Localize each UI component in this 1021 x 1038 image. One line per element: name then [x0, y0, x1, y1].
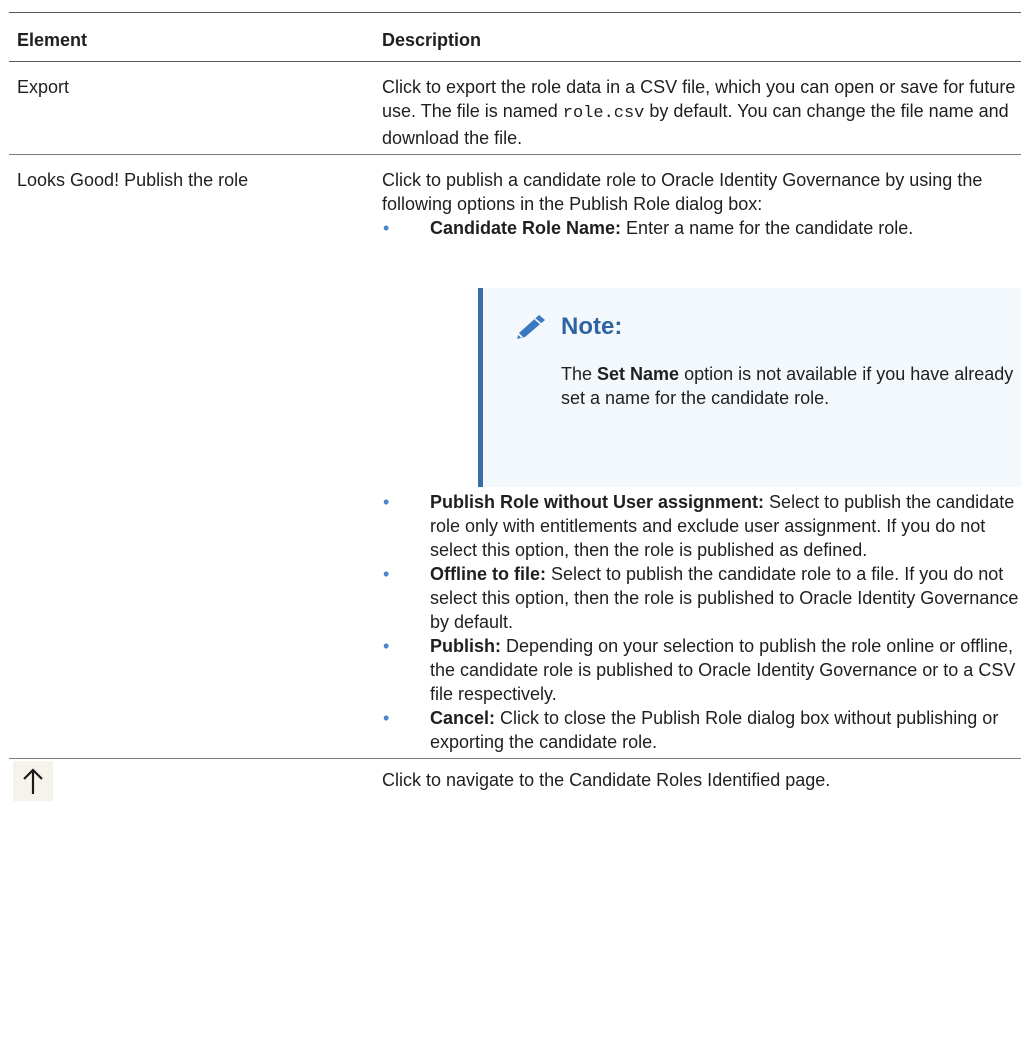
element-name-publish: Looks Good! Publish the role	[17, 170, 249, 190]
list-item-cancel: • Cancel: Click to close the Publish Rol…	[382, 706, 1021, 754]
table-header-row: Element Description	[9, 13, 1021, 62]
file-name-code: role.csv	[562, 104, 645, 123]
up-arrow-icon[interactable]	[13, 761, 53, 801]
note-text: The	[561, 364, 598, 384]
table-row-export: Export Click to export the role data in …	[9, 62, 1021, 155]
publish-options-list: • Candidate Role Name: Enter a name for …	[382, 216, 1021, 754]
list-item-candidate-role-name: • Candidate Role Name: Enter a name for …	[382, 216, 1021, 487]
note-title-text: Note:	[561, 313, 623, 340]
description-export: Click to export the role data in a CSV f…	[382, 62, 1021, 154]
bullet-icon: •	[383, 564, 390, 584]
pencil-icon	[517, 315, 545, 339]
column-header-element: Element	[17, 30, 88, 50]
option-label: Offline to file:	[430, 564, 546, 584]
table-row-navigate: Click to navigate to the Candidate Roles…	[9, 759, 1021, 805]
element-description-table: Element Description Export Click to expo…	[9, 12, 1021, 805]
option-text: Depending on your selection to publish t…	[430, 636, 1016, 704]
up-arrow-glyph	[23, 768, 43, 794]
bullet-icon: •	[383, 636, 390, 656]
publish-intro: Click to publish a candidate role to Ora…	[382, 170, 983, 214]
list-item-publish-without-user: • Publish Role without User assignment: …	[382, 490, 1021, 562]
option-label: Publish Role without User assignment:	[430, 492, 765, 512]
bullet-icon: •	[383, 492, 390, 512]
table-row-publish: Looks Good! Publish the role Click to pu…	[9, 155, 1021, 759]
description-publish: Click to publish a candidate role to Ora…	[382, 155, 1021, 758]
description-navigate: Click to navigate to the Candidate Roles…	[382, 770, 831, 790]
note-box: Note: The Set Name option is not availab…	[478, 288, 1021, 487]
option-label: Cancel:	[430, 708, 496, 728]
column-header-description: Description	[382, 30, 482, 50]
option-text: Enter a name for the candidate role.	[621, 218, 914, 238]
option-label: Candidate Role Name:	[430, 218, 622, 238]
note-bold-text: Set Name	[597, 364, 680, 384]
element-icon-cell	[9, 759, 382, 805]
option-text: Click to close the Publish Role dialog b…	[430, 708, 999, 752]
note-title: Note:	[514, 308, 1021, 346]
note-body: The Set Name option is not available if …	[514, 362, 1021, 410]
list-item-offline-to-file: • Offline to file: Select to publish the…	[382, 562, 1021, 634]
bullet-icon: •	[383, 218, 390, 238]
element-name-export: Export	[17, 77, 70, 97]
list-item-publish: • Publish: Depending on your selection t…	[382, 634, 1021, 706]
option-label: Publish:	[430, 636, 501, 656]
bullet-icon: •	[383, 708, 390, 728]
